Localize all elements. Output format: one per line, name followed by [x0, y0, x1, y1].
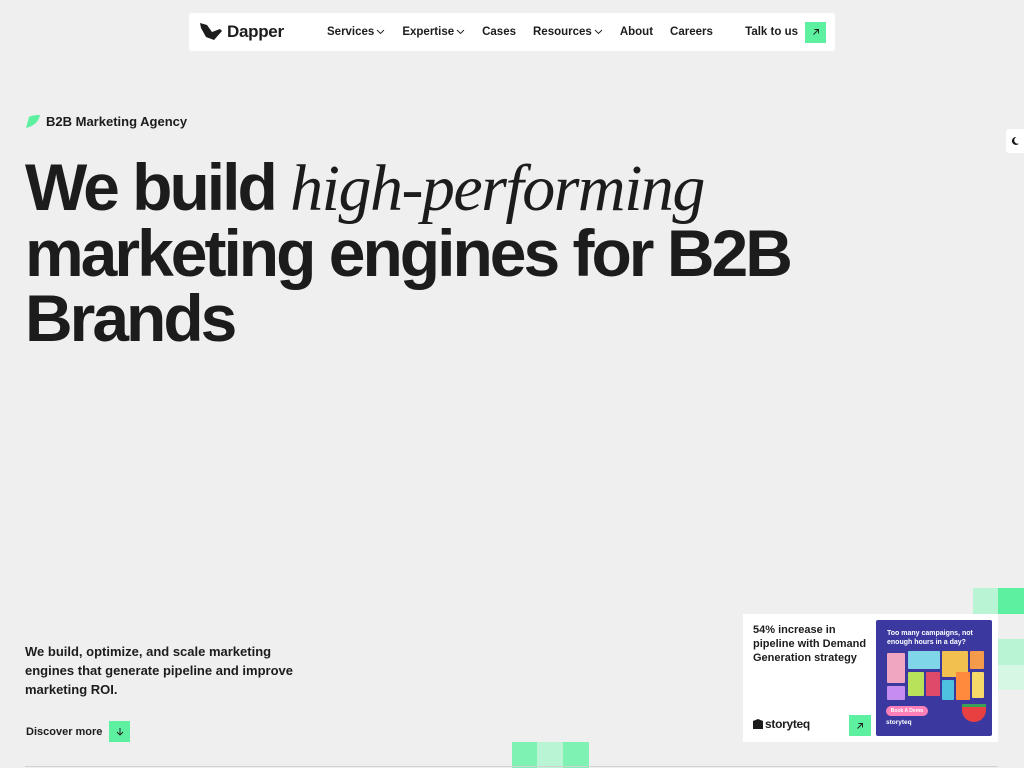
chevron-down-icon: [376, 29, 385, 35]
ad-logo: storyteq: [886, 719, 912, 726]
ad-tile: [908, 672, 924, 696]
menu-item-services[interactable]: Services: [327, 26, 385, 38]
ad-tile: [926, 672, 940, 696]
menu-item-about[interactable]: About: [620, 26, 653, 38]
menu-item-label: Expertise: [402, 26, 455, 38]
ad-tile: [887, 686, 905, 700]
arrow-down-icon: [109, 721, 131, 742]
menu-item-expertise[interactable]: Expertise: [402, 26, 465, 38]
hero-headline: We build high-performing marketing engine…: [25, 152, 825, 351]
decorative-square: [998, 665, 1024, 690]
menu-item-resources[interactable]: Resources: [533, 26, 603, 38]
case-study-title: 54% increase in pipeline with Demand Gen…: [753, 624, 867, 664]
logo-text: Dapper: [227, 22, 284, 41]
ad-tile: [956, 672, 970, 700]
menu-item-label: About: [619, 26, 654, 38]
logo[interactable]: Dapper: [200, 22, 284, 42]
arrow-up-right-icon: [857, 722, 863, 729]
ad-tile: [908, 651, 940, 669]
case-study-card[interactable]: 54% increase in pipeline with Demand Gen…: [743, 614, 998, 742]
storyteq-logo-icon: [753, 719, 763, 729]
top-navigation: Dapper Services Expertise Cases Resource…: [189, 13, 835, 51]
headline-text-2: marketing engines for B2B Brands: [25, 216, 793, 355]
menu-item-label: Cases: [482, 26, 516, 38]
headline-italic: high-performing: [290, 152, 705, 225]
ad-demo-button: Book A Demo: [886, 706, 928, 716]
decorative-square: [537, 742, 563, 768]
menu-item-cases[interactable]: Cases: [482, 26, 516, 38]
menu-item-label: Resources: [533, 26, 592, 38]
category-badge: B2B Marketing Agency: [26, 114, 187, 129]
menu-item-careers[interactable]: Careers: [670, 26, 713, 38]
talk-to-us-label: Talk to us: [745, 26, 798, 38]
brand-name: storyteq: [765, 717, 810, 731]
menu-item-label: Careers: [670, 26, 713, 38]
main-menu: Services Expertise Cases Resources About…: [327, 13, 730, 51]
discover-more-button[interactable]: Discover more: [26, 721, 131, 742]
chevron-down-icon: [594, 29, 603, 35]
divider: [25, 766, 998, 767]
chevron-down-icon: [456, 29, 465, 35]
decorative-square: [512, 742, 537, 768]
brand-logo: storyteq: [753, 717, 810, 731]
decorative-square: [998, 588, 1024, 614]
leaf-icon: [26, 115, 40, 128]
moon-icon: [1011, 136, 1019, 145]
ad-tile: [970, 651, 984, 669]
ad-tile: [887, 653, 905, 683]
talk-to-us-button[interactable]: Talk to us: [745, 21, 826, 43]
badge-label: B2B Marketing Agency: [46, 114, 188, 129]
watermelon-image: [962, 704, 986, 722]
decorative-square: [973, 588, 998, 614]
decorative-square: [563, 742, 589, 768]
decorative-square: [998, 639, 1024, 665]
ad-headline: Too many campaigns, not enough hours in …: [887, 630, 973, 646]
headline-text: We build: [25, 150, 291, 224]
menu-item-label: Services: [327, 26, 375, 38]
hero-description: We build, optimize, and scale marketing …: [25, 644, 294, 697]
discover-more-label: Discover more: [26, 725, 103, 738]
dapper-bird-icon: [200, 23, 222, 40]
case-study-image: Too many campaigns, not enough hours in …: [876, 620, 992, 736]
ad-tile: [972, 672, 984, 698]
ad-tile: [942, 680, 954, 700]
arrow-up-right-icon: [805, 21, 826, 43]
theme-toggle[interactable]: [1006, 129, 1024, 153]
case-study-link-button[interactable]: [849, 715, 871, 736]
